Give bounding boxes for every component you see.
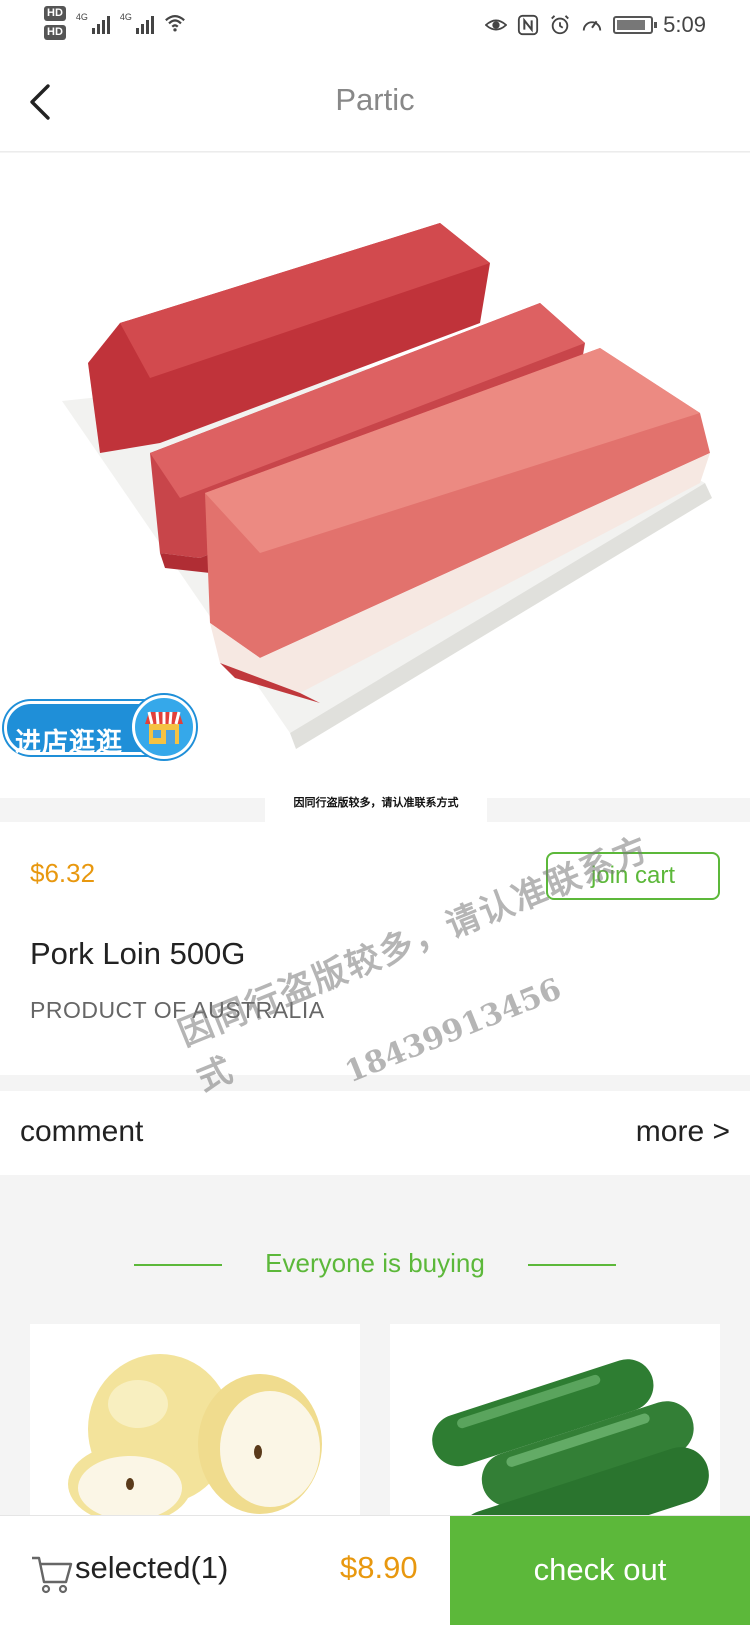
bottom-cart-bar: selected(1) $8.90 check out [0,1515,750,1625]
hd1-badge: HD [44,6,66,21]
selected-count[interactable]: selected(1) [75,1550,228,1586]
status-right: 5:09 [485,12,706,38]
product-name: Pork Loin 500G [30,936,246,971]
wifi-icon [165,15,185,32]
comment-section: comment more > [0,1091,750,1175]
status-time: 5:09 [663,12,706,37]
nfc-icon [518,14,539,36]
hd2-badge: HD [44,25,66,40]
product-info: $6.32 join cart Pork Loin 500G PRODUCT O… [0,822,750,1075]
eye-icon [485,19,508,31]
store-icon [132,695,196,759]
cart-total: $8.90 [340,1550,418,1585]
net2-label: 4G [119,12,132,22]
divider-left [134,1264,222,1266]
hd-indicators: HD HD [44,6,66,40]
net1-label: 4G [75,12,88,22]
product-detail-page: HD HD 4G 4G 5:09 Partic 进店逛逛 因同行盗版较多，请认准… [0,0,750,1625]
status-left: HD HD 4G 4G [44,6,186,40]
status-bar: HD HD 4G 4G 5:09 [0,0,750,52]
comment-title: comment [20,1115,144,1148]
battery-icon [613,16,658,34]
more-comments-link[interactable]: more > [636,1115,730,1149]
speedometer-icon [583,20,602,31]
recommend-header: Everyone is buying [0,1240,750,1280]
cart-icon[interactable] [30,1552,74,1596]
product-origin: PRODUCT OF AUSTRALIA [30,997,325,1023]
signal1-icon: 4G [76,12,110,34]
page-title: Partic [335,82,415,117]
alarm-icon [551,15,570,35]
signal2-icon: 4G [120,12,154,34]
join-cart-button[interactable]: join cart [546,852,720,900]
visit-store-badge[interactable]: 进店逛逛 [4,695,196,761]
small-watermark-line1: 因同行盗版较多，请认准联系方式 [293,796,459,809]
product-image[interactable]: 进店逛逛 [0,153,750,798]
checkout-button[interactable]: check out [450,1516,750,1625]
recommend-heading: Everyone is buying [265,1248,485,1278]
nav-bar: Partic [0,52,750,152]
product-price: $6.32 [30,858,96,888]
divider-right [528,1264,616,1266]
visit-store-label: 进店逛逛 [15,728,124,758]
